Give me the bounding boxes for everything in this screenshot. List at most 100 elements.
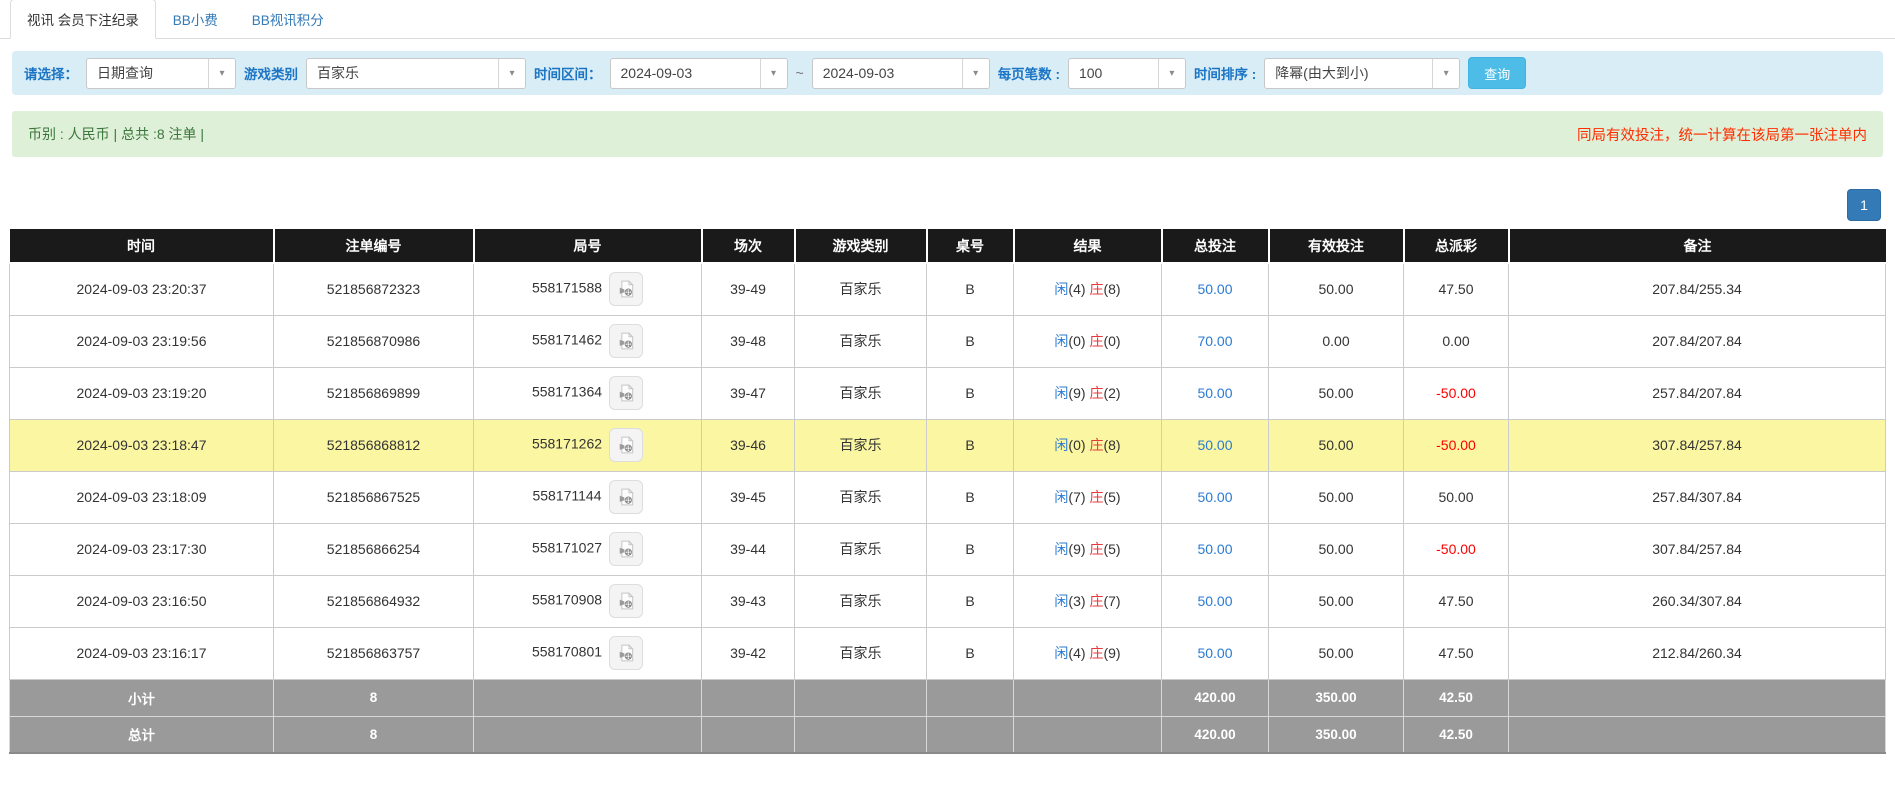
player-result-value: (3): [1068, 593, 1085, 609]
player-result-label: 闲: [1054, 385, 1068, 401]
query-type-select[interactable]: 日期查询 ▾: [86, 58, 236, 89]
same-round-note-text: 同局有效投注，统一计算在该局第一张注单内: [1577, 124, 1867, 145]
banker-result-value: (9): [1103, 645, 1120, 661]
video-replay-button[interactable]: [609, 376, 643, 410]
note-cell: 212.84/260.34: [1509, 627, 1886, 679]
summary-label-cell: 总计: [10, 716, 274, 753]
banker-result-value: (7): [1103, 593, 1120, 609]
round-id-cell: 558170801: [474, 627, 702, 679]
col-header-bet-id: 注单编号: [274, 229, 474, 263]
valid-bet-cell: 50.00: [1269, 523, 1404, 575]
banker-result-value: (8): [1103, 281, 1120, 297]
player-result-value: (7): [1068, 489, 1085, 505]
video-replay-button[interactable]: [609, 272, 643, 306]
banker-result-value: (8): [1103, 437, 1120, 453]
table-no-cell: B: [927, 263, 1014, 315]
tab-bar: 视讯 会员下注纪录 BB小费 BB视讯积分: [0, 0, 1895, 39]
session-cell: 39-47: [702, 367, 795, 419]
game-type-select[interactable]: 百家乐 ▾: [306, 58, 526, 89]
total-row: 总计8420.00350.0042.50: [10, 716, 1886, 753]
video-replay-button[interactable]: [609, 428, 643, 462]
video-replay-button[interactable]: [609, 532, 643, 566]
time-cell: 2024-09-03 23:16:17: [10, 627, 274, 679]
summary-label-cell: 小计: [10, 679, 274, 716]
result-cell: 闲(3) 庄(7): [1014, 575, 1162, 627]
video-replay-button[interactable]: [609, 480, 643, 514]
sort-order-select[interactable]: 降幂(由大到小) ▾: [1264, 58, 1460, 89]
col-header-round-id: 局号: [474, 229, 702, 263]
video-replay-button[interactable]: [609, 584, 643, 618]
bet-id-cell: 521856868812: [274, 419, 474, 471]
video-replay-button[interactable]: [609, 636, 643, 670]
bet-id-cell: 521856864932: [274, 575, 474, 627]
session-cell: 39-45: [702, 471, 795, 523]
query-button[interactable]: 查询: [1468, 57, 1526, 89]
video-file-icon: [616, 435, 636, 455]
bet-id-cell: 521856866254: [274, 523, 474, 575]
banker-result-label: 庄: [1089, 281, 1103, 297]
date-from-select[interactable]: 2024-09-03 ▾: [610, 58, 788, 89]
player-result-value: (4): [1068, 645, 1085, 661]
page-size-select[interactable]: 100 ▾: [1068, 58, 1186, 89]
summary-session-cell: [702, 679, 795, 716]
total-bet-link[interactable]: 50.00: [1197, 437, 1232, 453]
date-to-select[interactable]: 2024-09-03 ▾: [812, 58, 990, 89]
bet-id-cell: 521856863757: [274, 627, 474, 679]
time-cell: 2024-09-03 23:17:30: [10, 523, 274, 575]
note-cell: 207.84/255.34: [1509, 263, 1886, 315]
round-id-cell: 558170908: [474, 575, 702, 627]
valid-bet-cell: 50.00: [1269, 263, 1404, 315]
game-type-cell: 百家乐: [795, 575, 927, 627]
table-row: 2024-09-03 23:20:37521856872323558171588…: [10, 263, 1886, 315]
round-id-value: 558171588: [532, 280, 602, 296]
round-id-value: 558171144: [532, 488, 601, 504]
total-bet-link[interactable]: 50.00: [1197, 593, 1232, 609]
tab-bb-tips[interactable]: BB小费: [156, 0, 235, 39]
bet-id-cell: 521856867525: [274, 471, 474, 523]
payout-cell: 0.00: [1404, 315, 1509, 367]
date-range-separator: ~: [796, 65, 804, 81]
total-bet-link[interactable]: 50.00: [1197, 385, 1232, 401]
summary-table-cell: [927, 679, 1014, 716]
game-type-cell: 百家乐: [795, 523, 927, 575]
query-type-label: 请选择：: [24, 63, 78, 83]
query-type-value: 日期查询: [87, 63, 208, 83]
player-result-value: (9): [1068, 541, 1085, 557]
summary-valid-bet-cell: 350.00: [1269, 716, 1404, 753]
result-cell: 闲(4) 庄(8): [1014, 263, 1162, 315]
summary-payout-cell: 42.50: [1404, 716, 1509, 753]
tab-video-bet-records[interactable]: 视讯 会员下注纪录: [10, 0, 156, 39]
page-1-button[interactable]: 1: [1847, 189, 1881, 221]
summary-info-bar: 币别 : 人民币 | 总共 :8 注单 | 同局有效投注，统一计算在该局第一张注…: [12, 111, 1883, 157]
payout-cell: -50.00: [1404, 419, 1509, 471]
chevron-down-icon: ▾: [1158, 59, 1185, 88]
player-result-value: (0): [1068, 437, 1085, 453]
summary-count-cell: 8: [274, 716, 474, 753]
banker-result-label: 庄: [1089, 489, 1103, 505]
col-header-session: 场次: [702, 229, 795, 263]
tab-bb-video-points[interactable]: BB视讯积分: [235, 0, 341, 39]
round-id-value: 558171262: [532, 436, 602, 452]
summary-payout-cell: 42.50: [1404, 679, 1509, 716]
result-cell: 闲(9) 庄(5): [1014, 523, 1162, 575]
time-cell: 2024-09-03 23:19:20: [10, 367, 274, 419]
total-bet-link[interactable]: 50.00: [1197, 489, 1232, 505]
total-bet-link[interactable]: 50.00: [1197, 281, 1232, 297]
payout-value: 50.00: [1438, 489, 1473, 505]
valid-bet-cell: 50.00: [1269, 627, 1404, 679]
table-no-cell: B: [927, 315, 1014, 367]
game-type-value: 百家乐: [307, 63, 498, 83]
date-from-value: 2024-09-03: [611, 65, 760, 81]
game-type-cell: 百家乐: [795, 627, 927, 679]
note-cell: 307.84/257.84: [1509, 523, 1886, 575]
summary-note-cell: [1509, 716, 1886, 753]
total-bet-cell: 50.00: [1162, 627, 1269, 679]
total-bet-link[interactable]: 50.00: [1197, 645, 1232, 661]
summary-total-bet-cell: 420.00: [1162, 679, 1269, 716]
total-bet-link[interactable]: 70.00: [1197, 333, 1232, 349]
note-cell: 257.84/307.84: [1509, 471, 1886, 523]
video-replay-button[interactable]: [609, 324, 643, 358]
table-row: 2024-09-03 23:19:20521856869899558171364…: [10, 367, 1886, 419]
payout-cell: 47.50: [1404, 627, 1509, 679]
total-bet-link[interactable]: 50.00: [1197, 541, 1232, 557]
